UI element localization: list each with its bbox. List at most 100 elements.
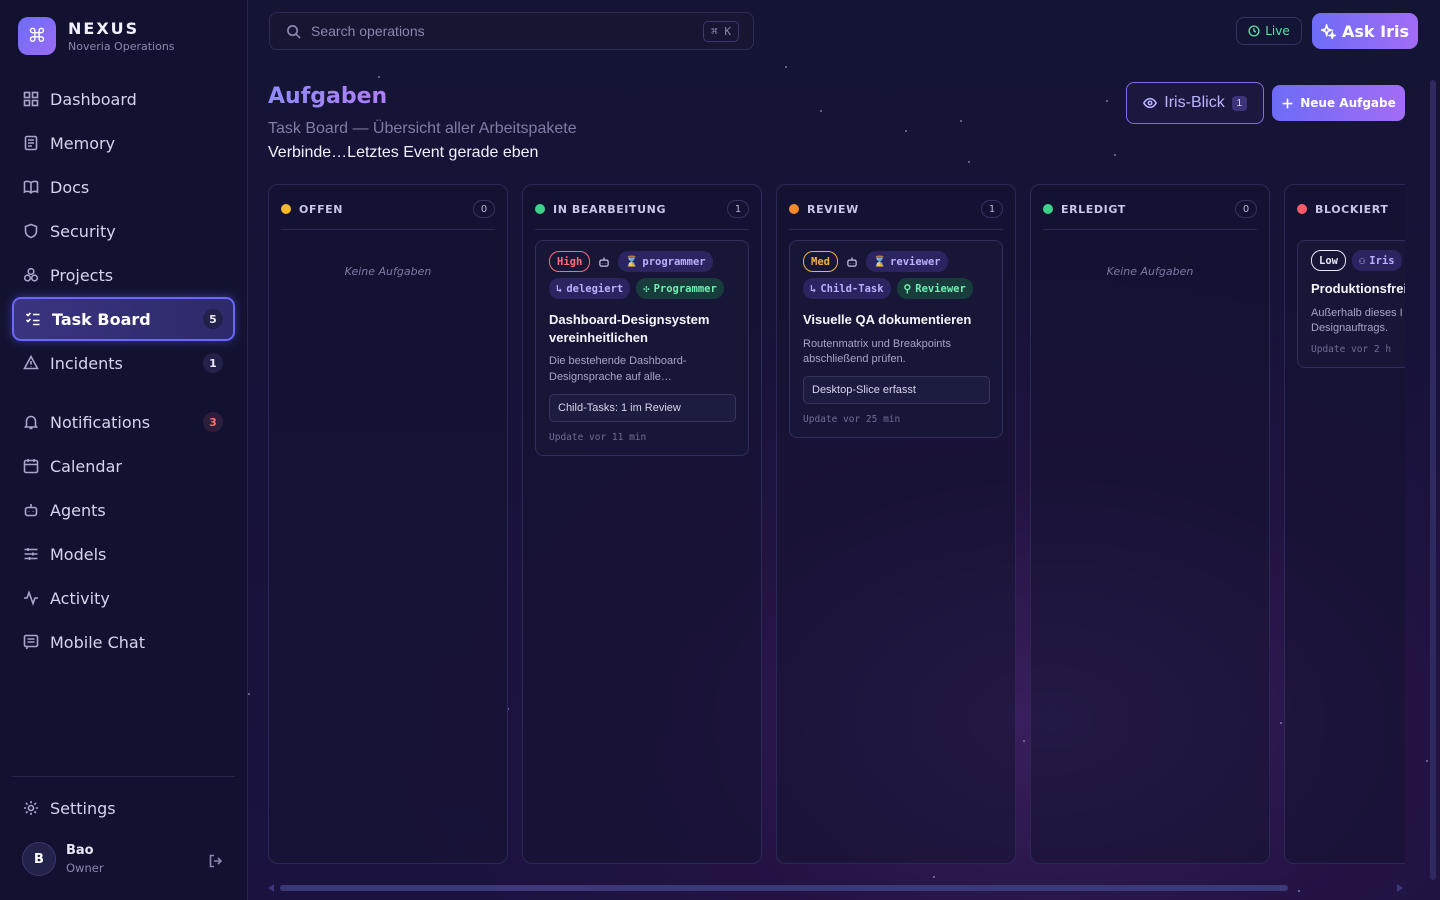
column-divider bbox=[789, 229, 1003, 230]
column-title: BLOCKIERT bbox=[1315, 202, 1389, 216]
ask-iris-button[interactable]: Ask Iris bbox=[1312, 13, 1418, 49]
empty-state: Keine Aufgaben bbox=[344, 265, 432, 278]
calendar-icon bbox=[23, 458, 39, 474]
iris-blick-button[interactable]: Iris-Blick 1 bbox=[1126, 82, 1264, 124]
live-label: Live bbox=[1265, 24, 1290, 38]
user-name: Bao bbox=[66, 843, 94, 858]
sidebar-item-label: Agents bbox=[50, 500, 106, 520]
sidebar-item-memory[interactable]: Memory bbox=[12, 123, 235, 163]
hourglass-icon: ⌛ bbox=[625, 256, 639, 268]
sidebar-item-calendar[interactable]: Calendar bbox=[12, 446, 235, 486]
live-status-button[interactable]: Live bbox=[1236, 17, 1302, 45]
robot-icon: ⚇ bbox=[1358, 254, 1366, 267]
sidebar-item-activity[interactable]: Activity bbox=[12, 578, 235, 618]
column-header: OFFEN 0 bbox=[281, 200, 495, 218]
status-dot bbox=[1043, 204, 1053, 214]
new-task-label: Neue Aufgabe bbox=[1300, 96, 1396, 110]
eye-icon bbox=[1143, 97, 1158, 109]
sidebar-item-label: Dashboard bbox=[50, 89, 137, 109]
sliders-icon bbox=[23, 546, 39, 562]
task-count-badge: 5 bbox=[203, 309, 223, 329]
agent-tag: ⚇ Iris bbox=[1351, 250, 1402, 271]
new-task-button[interactable]: Neue Aufgabe bbox=[1272, 85, 1405, 121]
sidebar-divider bbox=[12, 776, 235, 777]
warning-icon bbox=[23, 355, 39, 371]
task-card[interactable]: High ⌛ programmer ↳ delegiert ✣ Programmer … bbox=[535, 240, 749, 456]
task-description: Außerhalb dieses I Designauftrags. bbox=[1311, 306, 1403, 335]
sidebar: ⌘ NEXUS Noveria Operations Dashboard Mem… bbox=[0, 0, 248, 900]
checklist-icon bbox=[25, 311, 41, 327]
hourglass-icon: ⌛ bbox=[872, 256, 887, 268]
search-bar[interactable]: ⌘ K bbox=[269, 12, 754, 50]
horizontal-scrollbar[interactable] bbox=[280, 885, 1288, 891]
sidebar-item-label: Memory bbox=[50, 133, 116, 153]
progress-info: Desktop-Slice erfasst bbox=[803, 376, 990, 405]
sidebar-item-docs[interactable]: Docs bbox=[12, 167, 235, 207]
clock-icon bbox=[1248, 25, 1260, 37]
sidebar-item-models[interactable]: Models bbox=[12, 534, 235, 574]
task-tags: High ⌛ programmer ↳ delegiert ✣ Programmer bbox=[549, 251, 736, 299]
sidebar-item-mobile-chat[interactable]: Mobile Chat bbox=[12, 622, 235, 662]
brand-subtitle: Noveria Operations bbox=[68, 40, 175, 53]
column-count: 0 bbox=[1235, 200, 1257, 218]
sidebar-item-label: Notifications bbox=[50, 412, 151, 432]
search-input[interactable] bbox=[311, 23, 691, 39]
status-dot bbox=[789, 204, 799, 214]
brand[interactable]: ⌘ NEXUS Noveria Operations bbox=[18, 17, 175, 55]
sidebar-item-label: Task Board bbox=[52, 309, 151, 329]
role-tag-label: Programmer bbox=[653, 282, 717, 295]
sidebar-item-label: Calendar bbox=[50, 456, 122, 476]
sidebar-item-agents[interactable]: Agents bbox=[12, 490, 235, 530]
priority-badge: High bbox=[549, 251, 591, 272]
agent-tag-label: Iris bbox=[1369, 254, 1395, 267]
sidebar-item-incidents[interactable]: Incidents 1 bbox=[12, 343, 235, 383]
page-subtitle: Task Board — Übersicht aller Arbeitspake… bbox=[268, 120, 577, 137]
arrow-return-icon: ↳ bbox=[556, 282, 563, 295]
gear-icon bbox=[23, 800, 39, 816]
task-card[interactable]: Low ⚇ Iris Produktionsfrei Außerhalb dies… bbox=[1297, 240, 1405, 369]
column-review: REVIEW 1 Med ⌛ reviewer ↳ Child-Task ⚲ Revi… bbox=[776, 184, 1016, 864]
task-title: Produktionsfrei bbox=[1311, 281, 1405, 296]
sidebar-item-task-board[interactable]: Task Board 5 bbox=[12, 297, 235, 341]
sidebar-item-settings[interactable]: Settings bbox=[12, 788, 235, 828]
sidebar-item-projects[interactable]: Projects bbox=[12, 255, 235, 295]
column-title: ERLEDIGT bbox=[1061, 202, 1126, 216]
sidebar-item-label: Models bbox=[50, 544, 107, 564]
column-title: IN BEARBEITUNG bbox=[553, 202, 667, 216]
user-profile[interactable]: B Bao Owner bbox=[22, 842, 104, 876]
incident-count-badge: 1 bbox=[203, 353, 223, 373]
connection-status: Verbinde…Letztes Event gerade eben bbox=[268, 144, 539, 161]
column-header: ERLEDIGT 0 bbox=[1043, 200, 1257, 218]
delegated-tag-label: delegiert bbox=[566, 282, 624, 295]
agent-tag-label: reviewer bbox=[890, 255, 941, 268]
task-title: Visuelle QA dokumentieren bbox=[803, 312, 972, 327]
bot-icon bbox=[596, 254, 612, 270]
arrow-return-icon: ↳ bbox=[810, 282, 817, 295]
column-header: IN BEARBEITUNG 1 bbox=[535, 200, 749, 218]
sidebar-item-notifications[interactable]: Notifications 3 bbox=[12, 402, 235, 442]
task-card[interactable]: Med ⌛ reviewer ↳ Child-Task ⚲ Reviewer Visu… bbox=[789, 240, 1003, 439]
role-tag: ⚲ Reviewer bbox=[896, 278, 973, 299]
column-in-bearbeitung: IN BEARBEITUNG 1 High ⌛ programmer ↳ deleg… bbox=[522, 184, 762, 864]
sidebar-item-label: Docs bbox=[50, 177, 90, 197]
role-tag-label: Reviewer bbox=[915, 282, 966, 295]
empty-state: Keine Aufgaben bbox=[1106, 265, 1194, 278]
scroll-right-arrow[interactable] bbox=[1397, 884, 1403, 892]
scroll-left-arrow[interactable] bbox=[268, 884, 274, 892]
activity-icon bbox=[23, 590, 39, 606]
status-dot bbox=[1297, 204, 1307, 214]
priority-badge: Med bbox=[803, 251, 838, 272]
logout-icon[interactable] bbox=[208, 853, 224, 869]
task-updated: Update vor 2 h bbox=[1311, 344, 1392, 356]
memory-icon bbox=[23, 135, 39, 151]
column-header: REVIEW 1 bbox=[789, 200, 1003, 218]
column-title: OFFEN bbox=[299, 202, 344, 216]
sidebar-item-security[interactable]: Security bbox=[12, 211, 235, 251]
task-description: Die bestehende Dashboard-Designsprache a… bbox=[549, 355, 687, 384]
bot-icon bbox=[844, 254, 860, 270]
sidebar-item-label: Security bbox=[50, 221, 116, 241]
sidebar-item-label: Settings bbox=[50, 798, 116, 818]
sidebar-item-dashboard[interactable]: Dashboard bbox=[12, 79, 235, 119]
brand-name: NEXUS bbox=[68, 19, 140, 38]
vertical-scrollbar[interactable] bbox=[1430, 80, 1436, 880]
